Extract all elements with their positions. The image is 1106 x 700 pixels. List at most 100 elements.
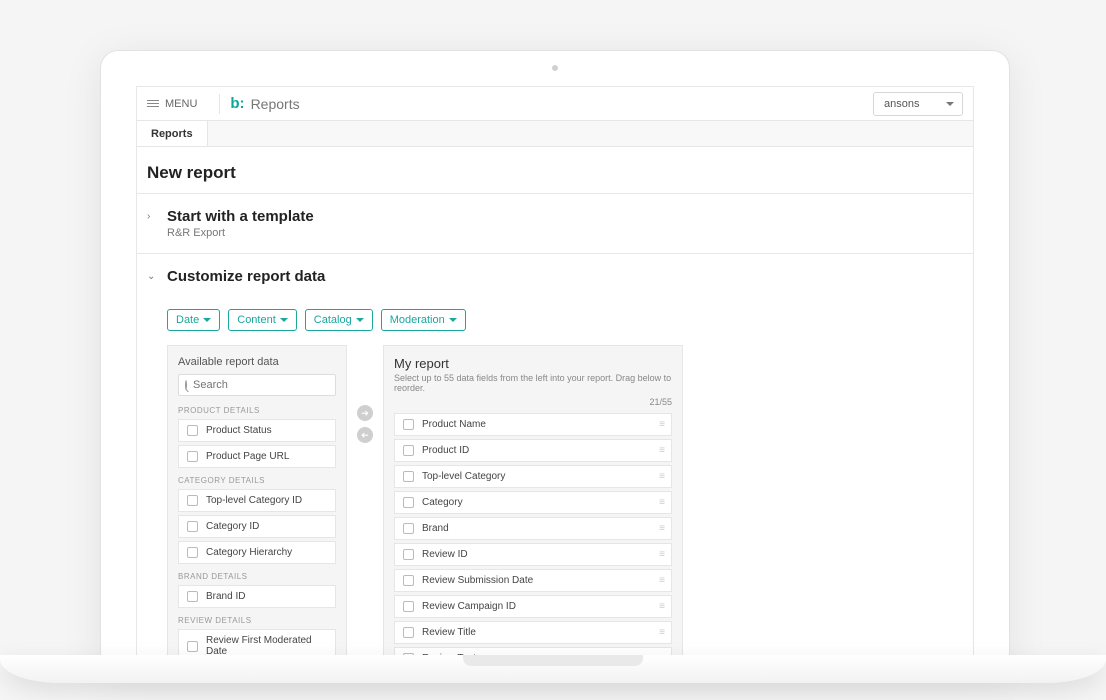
filter-date[interactable]: Date — [167, 309, 220, 331]
available-title: Available report data — [178, 356, 336, 368]
field-group-label: CATEGORY DETAILS — [178, 476, 336, 485]
drag-handle-icon[interactable]: ≡ — [659, 549, 663, 560]
chevron-down-icon: ⌄ — [147, 271, 157, 282]
checkbox[interactable] — [403, 497, 414, 508]
panel-template-title: Start with a template — [167, 208, 314, 225]
filter-row: Date Content Catalog Moderation — [137, 299, 973, 345]
menu-label: MENU — [165, 98, 197, 110]
filter-content-label: Content — [237, 314, 276, 326]
panel-customize-header[interactable]: ⌄ Customize report data — [137, 254, 973, 299]
checkbox[interactable] — [187, 641, 198, 652]
checkbox[interactable] — [187, 451, 198, 462]
brand-mark: b: — [230, 95, 244, 112]
my-report-pane: My report Select up to 55 data fields fr… — [383, 345, 683, 669]
report-field-row[interactable]: Review ID ≡ — [394, 543, 672, 566]
arrow-left-icon: ➜ — [361, 430, 369, 441]
available-field-row[interactable]: Category Hierarchy — [178, 541, 336, 564]
available-field-row[interactable]: Product Status — [178, 419, 336, 442]
available-field-row[interactable]: Category ID — [178, 515, 336, 538]
available-fields-pane: Available report data PRODUCT DETAILS Pro… — [167, 345, 347, 669]
chevron-right-icon: › — [147, 211, 157, 222]
available-field-row[interactable]: Brand ID — [178, 585, 336, 608]
available-field-row[interactable]: Top-level Category ID — [178, 489, 336, 512]
panel-customize-title: Customize report data — [167, 268, 325, 285]
checkbox[interactable] — [187, 547, 198, 558]
subnav: Reports — [137, 121, 973, 147]
report-field-row[interactable]: Brand ≡ — [394, 517, 672, 540]
panel-template-header[interactable]: › Start with a template R&R Export — [137, 194, 973, 253]
checkbox[interactable] — [187, 495, 198, 506]
camera-dot — [552, 65, 558, 71]
field-label: Product Page URL — [206, 451, 289, 462]
report-field-row[interactable]: Category ≡ — [394, 491, 672, 514]
search-box[interactable] — [178, 374, 336, 396]
account-select[interactable]: ansons — [873, 92, 963, 116]
checkbox[interactable] — [403, 575, 414, 586]
report-field-row[interactable]: Review Submission Date ≡ — [394, 569, 672, 592]
report-field-row[interactable]: Product ID≡ — [394, 439, 672, 462]
checkbox[interactable] — [403, 445, 414, 456]
my-report-title: My report — [394, 356, 672, 371]
field-label: Category ID — [206, 521, 259, 532]
move-right-button[interactable]: ➜ — [357, 405, 373, 421]
brand: b: Reports — [230, 95, 299, 112]
report-field-row[interactable]: Product Name ≡ — [394, 413, 672, 436]
hamburger-icon — [147, 100, 159, 107]
field-label: Product Status — [206, 425, 272, 436]
checkbox[interactable] — [187, 521, 198, 532]
tab-reports[interactable]: Reports — [137, 121, 208, 146]
field-label: Review Submission Date — [422, 575, 533, 586]
caret-down-icon — [449, 318, 457, 322]
drag-handle-icon[interactable]: ≡ — [659, 445, 663, 456]
drag-handle-icon[interactable]: ≡ — [659, 419, 663, 430]
checkbox[interactable] — [403, 523, 414, 534]
checkbox[interactable] — [187, 425, 198, 436]
checkbox[interactable] — [403, 471, 414, 482]
report-field-row[interactable]: Review Title ≡ — [394, 621, 672, 644]
field-label: Review Title — [422, 627, 476, 638]
brand-title: Reports — [251, 96, 300, 112]
field-label: Brand ID — [206, 591, 245, 602]
drag-handle-icon[interactable]: ≡ — [659, 575, 663, 586]
drag-handle-icon[interactable]: ≡ — [659, 627, 663, 638]
field-label: Review ID — [422, 549, 468, 560]
caret-down-icon — [280, 318, 288, 322]
account-selected: ansons — [884, 98, 919, 110]
checkbox[interactable] — [403, 549, 414, 560]
topbar: MENU b: Reports ansons — [137, 87, 973, 121]
drag-handle-icon[interactable]: ≡ — [659, 601, 663, 612]
filter-moderation[interactable]: Moderation — [381, 309, 466, 331]
filter-content[interactable]: Content — [228, 309, 297, 331]
checkbox[interactable] — [403, 601, 414, 612]
app-screen: MENU b: Reports ansons Reports New repor… — [136, 86, 974, 669]
field-label: Brand — [422, 523, 449, 534]
report-field-row[interactable]: Review Campaign ID≡ — [394, 595, 672, 618]
report-field-row[interactable]: Top-level Category≡ — [394, 465, 672, 488]
report-builder: Available report data PRODUCT DETAILS Pro… — [137, 345, 973, 669]
field-label: Category Hierarchy — [206, 547, 292, 558]
checkbox[interactable] — [187, 591, 198, 602]
drag-handle-icon[interactable]: ≡ — [659, 471, 663, 482]
menu-button[interactable]: MENU — [147, 98, 209, 110]
available-field-row[interactable]: Product Page URL — [178, 445, 336, 468]
filter-catalog[interactable]: Catalog — [305, 309, 373, 331]
field-label: Top-level Category ID — [206, 495, 302, 506]
arrow-right-icon: ➜ — [361, 408, 369, 419]
caret-down-icon — [203, 318, 211, 322]
panel-template-subtitle: R&R Export — [167, 227, 314, 239]
filter-moderation-label: Moderation — [390, 314, 445, 326]
move-left-button[interactable]: ➜ — [357, 427, 373, 443]
filter-catalog-label: Catalog — [314, 314, 352, 326]
page-title: New report — [137, 147, 973, 193]
field-group-label: BRAND DETAILS — [178, 572, 336, 581]
search-input[interactable] — [193, 379, 335, 391]
drag-handle-icon[interactable]: ≡ — [659, 497, 663, 508]
drag-handle-icon[interactable]: ≡ — [659, 523, 663, 534]
checkbox[interactable] — [403, 419, 414, 430]
transfer-controls: ➜ ➜ — [357, 345, 373, 669]
field-label: Product Name — [422, 419, 486, 430]
field-label: Category — [422, 497, 463, 508]
caret-down-icon — [356, 318, 364, 322]
checkbox[interactable] — [403, 627, 414, 638]
field-group-label: PRODUCT DETAILS — [178, 406, 336, 415]
